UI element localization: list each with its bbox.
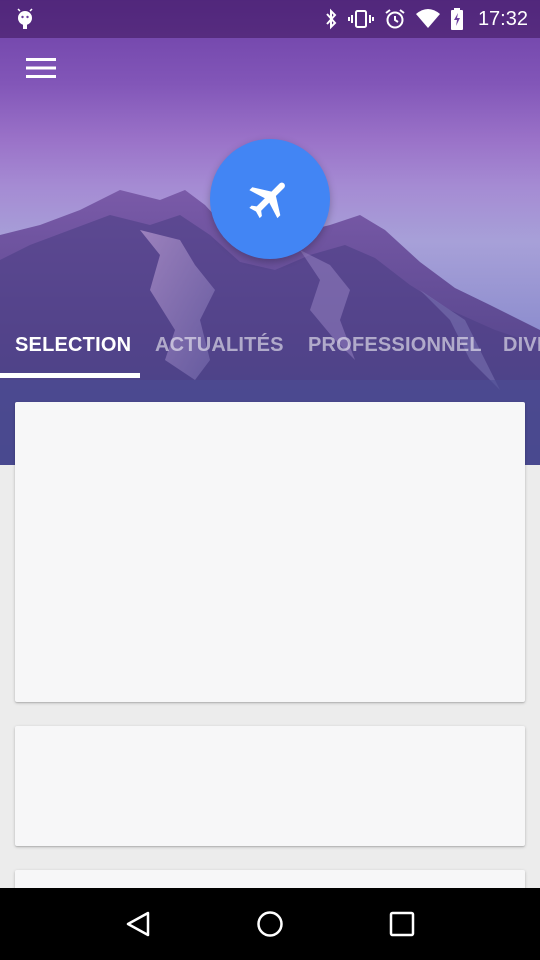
tab-actualites[interactable]: ACTUALITÉS bbox=[140, 312, 293, 378]
alarm-icon bbox=[384, 8, 406, 30]
home-button[interactable] bbox=[240, 894, 300, 954]
tab-label: SELECTION bbox=[15, 333, 132, 356]
tab-indicator bbox=[0, 373, 140, 378]
status-time: 17:32 bbox=[477, 7, 528, 30]
menu-button[interactable] bbox=[18, 48, 64, 88]
bluetooth-icon bbox=[324, 8, 338, 30]
back-button[interactable] bbox=[108, 894, 168, 954]
vibrate-icon bbox=[347, 8, 374, 30]
status-bar: 17:32 bbox=[0, 0, 540, 38]
wifi-icon bbox=[415, 9, 440, 29]
app-screen: 17:32 SELECTION ACTUALITÉS PROFESSIONNEL… bbox=[0, 0, 540, 960]
content-card[interactable] bbox=[15, 402, 525, 702]
navigation-bar bbox=[0, 888, 540, 960]
content-card[interactable] bbox=[15, 726, 525, 846]
tab-label: DIVE bbox=[503, 333, 540, 356]
tab-divers[interactable]: DIVE bbox=[488, 312, 540, 378]
recents-button[interactable] bbox=[372, 894, 432, 954]
hamburger-menu-icon bbox=[26, 58, 56, 78]
tab-bar: SELECTION ACTUALITÉS PROFESSIONNEL DIVE bbox=[0, 312, 540, 378]
tab-label: PROFESSIONNEL bbox=[308, 333, 482, 356]
airplane-fab-button[interactable] bbox=[210, 139, 330, 259]
battery-charging-icon bbox=[450, 8, 464, 30]
tab-label: ACTUALITÉS bbox=[155, 333, 284, 356]
back-triangle-icon bbox=[126, 911, 150, 937]
airplane-icon bbox=[249, 182, 285, 219]
recents-square-icon bbox=[389, 911, 415, 937]
tab-professionnel[interactable]: PROFESSIONNEL bbox=[293, 312, 488, 378]
tab-selection[interactable]: SELECTION bbox=[0, 312, 140, 378]
home-circle-icon bbox=[257, 911, 283, 937]
android-debug-icon bbox=[14, 8, 36, 30]
